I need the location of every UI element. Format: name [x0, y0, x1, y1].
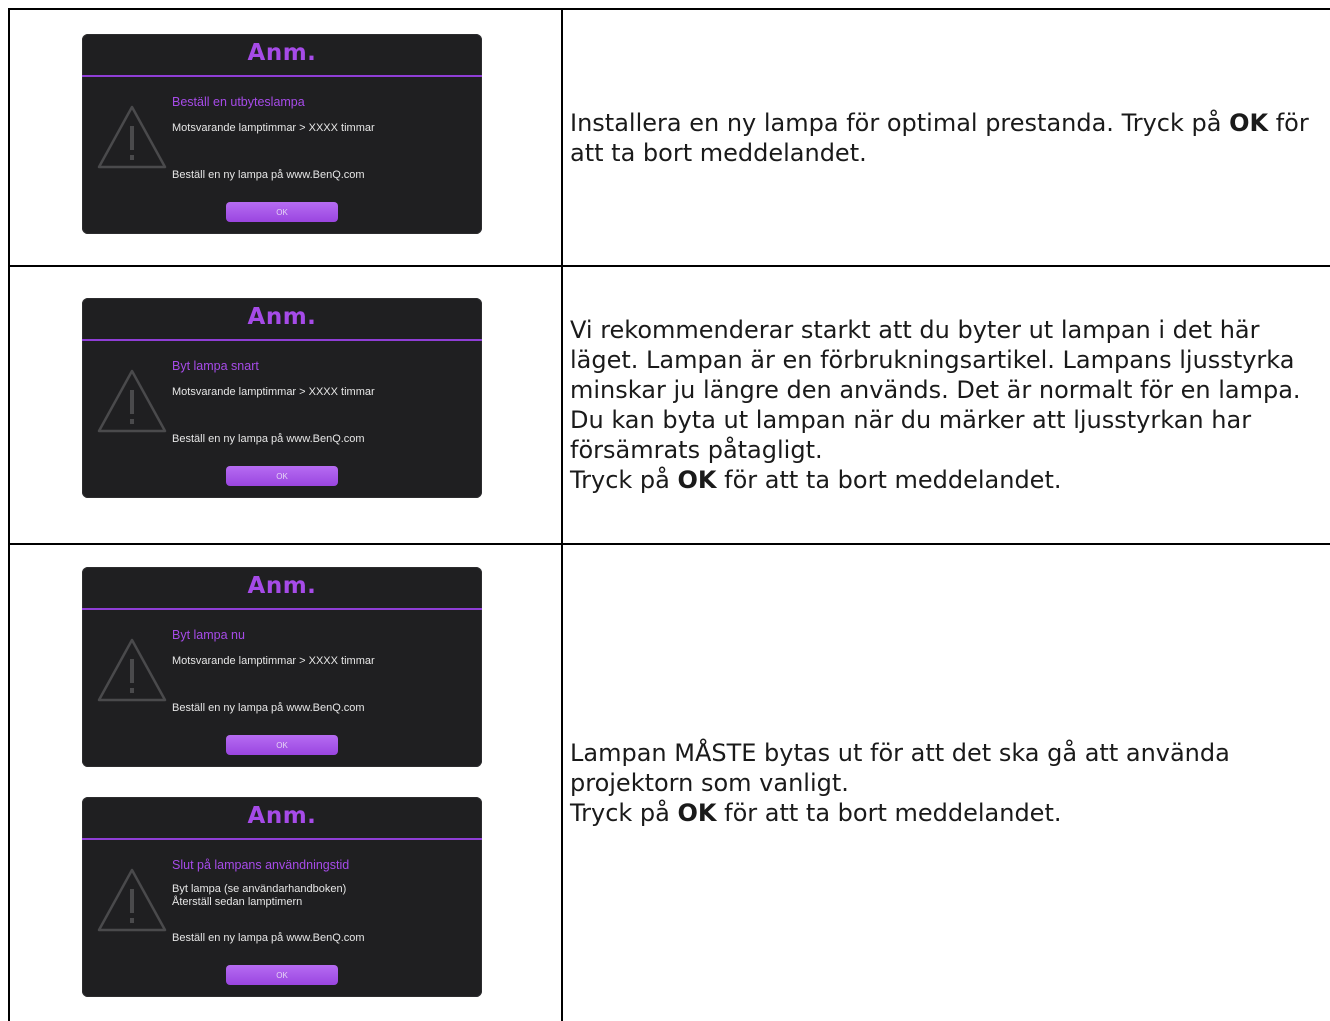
dialog-separator [82, 838, 482, 840]
ok-keyword: OK [677, 466, 717, 494]
dialog-separator [82, 339, 482, 341]
description-text-part: för att ta bort meddelandet. [716, 799, 1062, 827]
dialog-info-line: Motsvarande lamptimmar > XXXX timmar [172, 655, 375, 667]
warning-icon [97, 369, 167, 433]
dialog-order-text: Beställ en ny lampa på www.BenQ.com [172, 932, 365, 944]
dialog-order-text: Beställ en ny lampa på www.BenQ.com [172, 433, 365, 445]
osd-dialog: Anm. Byt lampa snart Motsvarande lamptim… [82, 298, 482, 498]
dialog-order-text: Beställ en ny lampa på www.BenQ.com [172, 702, 365, 714]
description-block: Lampan MÅSTE bytas ut för att det ska gå… [570, 738, 1330, 828]
lamp-message-table: Anm. Beställ en utbyteslampa Motsvarande… [8, 8, 1330, 1021]
table-cell-dialog: Anm. Byt lampa nu Motsvarande lamptimmar… [8, 545, 562, 1021]
table-cell-description: Lampan MÅSTE bytas ut för att det ska gå… [570, 545, 1330, 1021]
ok-keyword: OK [1229, 108, 1269, 137]
description-block: Vi rekommenderar starkt att du byter ut … [570, 315, 1330, 495]
table-cell-dialog: Anm. Byt lampa snart Motsvarande lamptim… [8, 267, 562, 543]
description-text: Lampan MÅSTE bytas ut för att det ska gå… [570, 739, 1230, 797]
description-text: Installera en ny lampa för optimal prest… [570, 108, 1330, 168]
description-text-part: Tryck på [570, 466, 678, 494]
osd-dialog: Anm. Byt lampa nu Motsvarande lamptimmar… [82, 567, 482, 767]
description-text: Tryck på OK för att ta bort meddelandet. [570, 465, 1330, 495]
description-text: Tryck på OK för att ta bort meddelandet. [570, 798, 1330, 828]
description-text-part: Installera en ny lampa för optimal prest… [570, 108, 1230, 137]
dialog-subtitle: Byt lampa snart [172, 359, 259, 373]
table-cell-description: Vi rekommenderar starkt att du byter ut … [570, 267, 1330, 543]
dialog-subtitle: Slut på lampans användningstid [172, 858, 350, 872]
dialog-separator [82, 608, 482, 610]
dialog-info-line: Byt lampa (se användarhandboken) [172, 883, 347, 895]
dialog-title: Anm. [247, 40, 317, 66]
description-text-part: för att ta bort meddelandet. [716, 466, 1062, 494]
dialog-order-text: Beställ en ny lampa på www.BenQ.com [172, 169, 365, 181]
dialog-separator [82, 75, 482, 77]
dialog-info-line: Återställ sedan lamptimern [172, 896, 303, 908]
dialog-info-line: Motsvarande lamptimmar > XXXX timmar [172, 122, 375, 134]
osd-dialog: Anm. Slut på lampans användningstid Byt … [82, 797, 482, 997]
ok-button[interactable]: OK [226, 965, 338, 985]
table-cell-description: Installera en ny lampa för optimal prest… [570, 10, 1330, 265]
description-text: Vi rekommenderar starkt att du byter ut … [570, 316, 1301, 464]
dialog-title: Anm. [247, 573, 317, 599]
warning-icon [97, 638, 167, 702]
dialog-subtitle: Beställ en utbyteslampa [172, 95, 305, 109]
ok-button[interactable]: OK [226, 735, 338, 755]
table-cell-dialog: Anm. Beställ en utbyteslampa Motsvarande… [8, 10, 562, 265]
dialog-title: Anm. [247, 803, 317, 829]
ok-button[interactable]: OK [226, 466, 338, 486]
dialog-info-line: Motsvarande lamptimmar > XXXX timmar [172, 386, 375, 398]
description-text-part: Tryck på [570, 799, 678, 827]
osd-dialog: Anm. Beställ en utbyteslampa Motsvarande… [82, 34, 482, 234]
warning-icon [97, 868, 167, 932]
ok-button[interactable]: OK [226, 202, 338, 222]
dialog-title: Anm. [247, 304, 317, 330]
dialog-subtitle: Byt lampa nu [172, 628, 245, 642]
ok-keyword: OK [677, 799, 717, 827]
warning-icon [97, 105, 167, 169]
